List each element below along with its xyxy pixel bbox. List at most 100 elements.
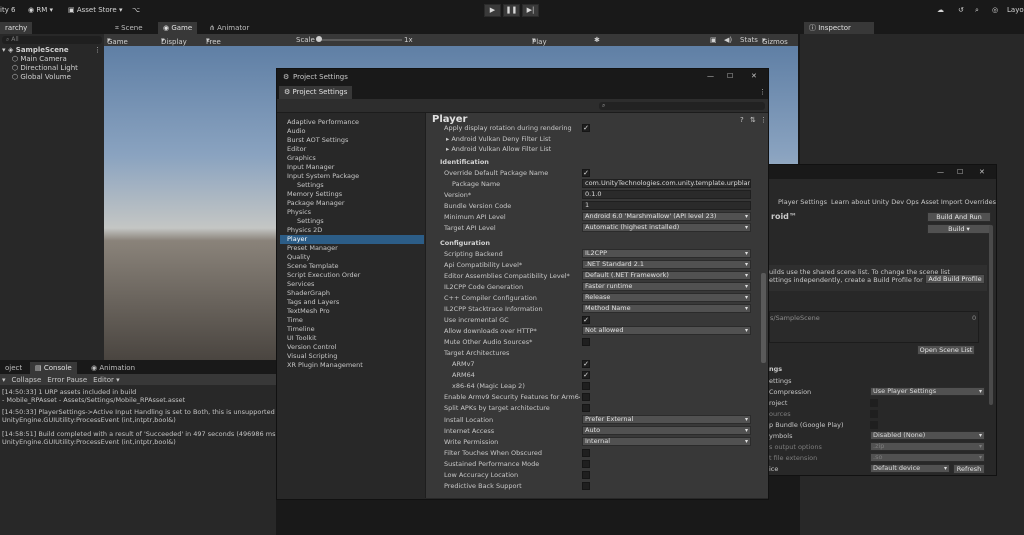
editor-dropdown[interactable]: Editor ▾ bbox=[93, 376, 119, 384]
aspect-dropdown[interactable]: Free Aspect ▾ bbox=[206, 36, 230, 54]
window-menu-icon[interactable]: ⋮ bbox=[759, 88, 766, 96]
open-scene-list-button[interactable]: Open Scene List bbox=[917, 345, 975, 355]
project-checkbox[interactable] bbox=[870, 399, 878, 407]
settings-category-item[interactable]: Quality bbox=[287, 253, 310, 262]
armv9-checkbox[interactable] bbox=[582, 393, 590, 401]
display-dropdown[interactable]: Display 1 ▾ bbox=[161, 36, 187, 54]
tab-project[interactable]: oject bbox=[0, 362, 27, 374]
scale-slider[interactable] bbox=[316, 39, 402, 41]
settings-category-item[interactable]: XR Plugin Management bbox=[287, 361, 363, 370]
settings-category-item[interactable]: Settings bbox=[297, 181, 324, 190]
account-button[interactable]: ◉ RM ▾ bbox=[28, 6, 53, 14]
help-icon[interactable]: ? bbox=[740, 116, 744, 124]
scale-slider-handle[interactable] bbox=[316, 36, 322, 42]
target-api-dropdown[interactable]: Automatic (highest installed) bbox=[582, 223, 751, 232]
il2cpp-codegen-dropdown[interactable]: Faster runtime bbox=[582, 282, 751, 291]
settings-category-item[interactable]: Input Manager bbox=[287, 163, 334, 172]
app-bundle-checkbox[interactable] bbox=[870, 421, 878, 429]
settings-category-item[interactable]: Time bbox=[287, 316, 303, 325]
play-mode-dropdown[interactable]: Play Unfocused ▾ bbox=[532, 36, 569, 54]
editor-assemblies-dropdown[interactable]: Default (.NET Framework) bbox=[582, 271, 751, 280]
minimize-icon[interactable]: — bbox=[937, 168, 944, 176]
settings-category-item[interactable]: ShaderGraph bbox=[287, 289, 330, 298]
console-line[interactable]: UnityEngine.GUIUtility:ProcessEvent (int… bbox=[2, 438, 176, 446]
play-button[interactable]: ▶ bbox=[484, 4, 501, 17]
settings-category-item[interactable]: Burst AOT Settings bbox=[287, 136, 348, 145]
hierarchy-item[interactable]: ⬡ Main Camera bbox=[12, 55, 67, 63]
internet-access-dropdown[interactable]: Auto bbox=[582, 426, 751, 435]
search-icon[interactable]: ⌕ bbox=[975, 6, 979, 15]
tab-console[interactable]: ▤ Console bbox=[30, 362, 77, 374]
settings-category-item[interactable]: Version Control bbox=[287, 343, 336, 352]
tab-animation[interactable]: ◉ Animation bbox=[86, 362, 140, 374]
settings-search-input[interactable]: ⌕ bbox=[599, 102, 765, 110]
pause-button[interactable]: ❚❚ bbox=[503, 4, 520, 17]
maximize-icon[interactable]: ☐ bbox=[957, 168, 963, 176]
compression-dropdown[interactable]: Use Player Settings bbox=[870, 387, 985, 396]
account-icon[interactable]: ◎ bbox=[992, 6, 998, 14]
player-settings-scrollbar[interactable] bbox=[761, 273, 766, 363]
settings-category-item[interactable]: Timeline bbox=[287, 325, 315, 334]
gizmos-dropdown[interactable]: Gizmos ▾ bbox=[762, 36, 788, 46]
audio-icon[interactable]: ◀) bbox=[724, 36, 732, 44]
low-accuracy-checkbox[interactable] bbox=[582, 471, 590, 479]
asset-import-overrides-link[interactable]: Asset Import Overrides bbox=[921, 198, 996, 206]
game-mode-dropdown[interactable]: Game ▾ bbox=[107, 36, 128, 46]
apply-display-rotation-checkbox[interactable]: ✓ bbox=[582, 124, 590, 132]
settings-category-item[interactable]: Preset Manager bbox=[287, 244, 338, 253]
error-pause-button[interactable]: Error Pause bbox=[47, 376, 87, 384]
settings-category-item[interactable]: Graphics bbox=[287, 154, 316, 163]
devops-link[interactable]: Learn about Unity Dev Ops bbox=[831, 198, 919, 206]
settings-category-item[interactable]: Settings bbox=[297, 217, 324, 226]
build-and-run-button[interactable]: Build And Run bbox=[927, 212, 991, 222]
arm64-checkbox[interactable]: ✓ bbox=[582, 371, 590, 379]
scene-root[interactable]: ▾ ◈ SampleScene bbox=[2, 46, 69, 54]
tab-hierarchy[interactable]: rarchy bbox=[0, 22, 33, 34]
write-permission-dropdown[interactable]: Internal bbox=[582, 437, 751, 446]
history-icon[interactable]: ↺ bbox=[958, 6, 964, 14]
asset-store-button[interactable]: ▣ Asset Store ▾ bbox=[68, 6, 122, 14]
settings-category-item[interactable]: Tags and Layers bbox=[287, 298, 339, 307]
collapse-button[interactable]: Collapse bbox=[12, 376, 42, 384]
settings-category-item[interactable]: Visual Scripting bbox=[287, 352, 337, 361]
close-icon[interactable]: ✕ bbox=[751, 72, 757, 80]
settings-category-item[interactable]: Memory Settings bbox=[287, 190, 342, 199]
settings-category-item[interactable]: Input System Package bbox=[287, 172, 359, 181]
console-line[interactable]: [14:50:33] PlayerSettings->Active Input … bbox=[2, 408, 291, 416]
tab-project-settings[interactable]: ⚙ Project Settings bbox=[279, 86, 353, 99]
console-line[interactable]: UnityEngine.GUIUtility:ProcessEvent (int… bbox=[2, 416, 176, 424]
version-field[interactable]: 0.1.0 bbox=[582, 190, 751, 199]
install-location-dropdown[interactable]: Prefer External bbox=[582, 415, 751, 424]
player-settings-link[interactable]: Player Settings bbox=[778, 198, 827, 206]
settings-category-item[interactable]: Editor bbox=[287, 145, 306, 154]
step-button[interactable]: ▶| bbox=[522, 4, 539, 17]
settings-category-item[interactable]: Services bbox=[287, 280, 314, 289]
console-line[interactable]: [14:50:33] 1 URP assets included in buil… bbox=[2, 388, 136, 396]
tab-inspector[interactable]: ⓘ Inspector bbox=[804, 22, 874, 34]
settings-category-item[interactable]: UI Toolkit bbox=[287, 334, 317, 343]
hierarchy-item[interactable]: ⬡ Global Volume bbox=[12, 73, 71, 81]
settings-category-item[interactable]: Physics bbox=[287, 208, 311, 217]
maximize-icon[interactable]: ▣ bbox=[710, 36, 717, 44]
build-window-scrollbar[interactable] bbox=[989, 225, 993, 405]
il2cpp-stacktrace-dropdown[interactable]: Method Name bbox=[582, 304, 751, 313]
cpp-compiler-dropdown[interactable]: Release bbox=[582, 293, 751, 302]
settings-category-item[interactable]: Script Execution Order bbox=[287, 271, 360, 280]
api-compat-dropdown[interactable]: .NET Standard 2.1 bbox=[582, 260, 751, 269]
settings-category-item[interactable]: Physics 2D bbox=[287, 226, 322, 235]
tab-scene[interactable]: ⌗ Scene bbox=[110, 22, 148, 34]
scene-menu-icon[interactable]: ⋮ bbox=[94, 46, 101, 54]
maximize-icon[interactable]: ☐ bbox=[727, 72, 733, 80]
close-icon[interactable]: ✕ bbox=[979, 168, 985, 176]
options-icon[interactable]: ⋮ bbox=[760, 116, 767, 124]
sources-checkbox[interactable] bbox=[870, 410, 878, 418]
bundle-version-field[interactable]: 1 bbox=[582, 201, 751, 210]
symbols-dropdown[interactable]: Disabled (None) bbox=[870, 431, 985, 440]
version-control-icon[interactable]: ⌥ bbox=[132, 6, 140, 14]
allow-http-dropdown[interactable]: Not allowed bbox=[582, 326, 751, 335]
bug-icon[interactable]: ✱ bbox=[594, 36, 600, 44]
scripting-backend-dropdown[interactable]: IL2CPP bbox=[582, 249, 751, 258]
extension-dropdown[interactable]: .so bbox=[870, 453, 985, 462]
hierarchy-item[interactable]: ⬡ Directional Light bbox=[12, 64, 78, 72]
vulkan-allow-foldout[interactable]: ▸ Android Vulkan Allow Filter List bbox=[446, 145, 551, 153]
